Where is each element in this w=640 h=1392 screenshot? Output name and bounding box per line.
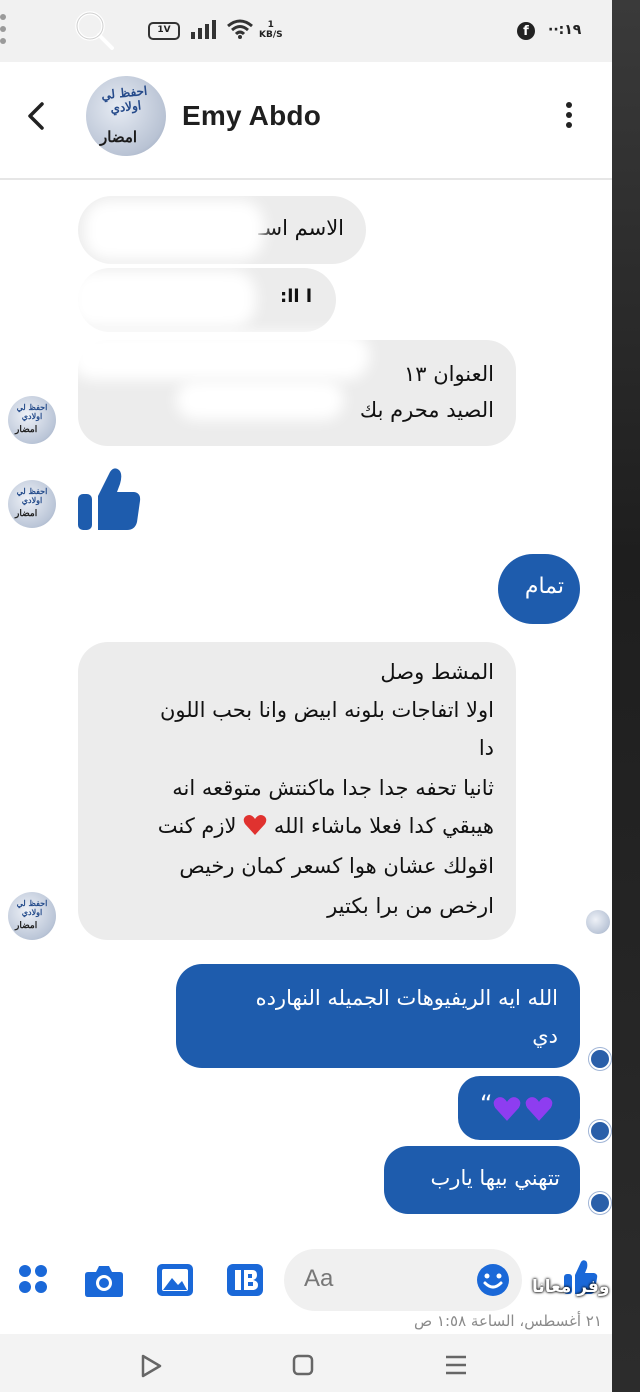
seen-indicator-icon [589, 1120, 611, 1142]
sender-avatar[interactable]: احفظ لي اولادي امضار [8, 396, 56, 444]
redaction-blur [84, 200, 264, 260]
purple-heart-icon [493, 1097, 521, 1121]
avatar-brand-text: امضار [15, 509, 38, 519]
more-options-icon[interactable] [562, 102, 576, 132]
avatar-brand-text: امضار [15, 425, 38, 435]
outgoing-message[interactable]: “ [458, 1076, 580, 1140]
status-bar: 1V 1 KB/S f ··:١٩ [0, 0, 612, 62]
camera-icon[interactable] [84, 1262, 124, 1298]
message-input[interactable]: Aa [284, 1249, 522, 1311]
red-heart-icon [243, 815, 267, 835]
speed-value: 1 [267, 20, 274, 30]
outgoing-message[interactable]: تمام [498, 554, 580, 624]
message-text: دي [532, 1024, 558, 1048]
message-text: المشط وصل [380, 660, 494, 684]
message-text: العنوان ١٣ [403, 362, 494, 386]
message-text: “ [480, 1090, 493, 1118]
incoming-message[interactable]: المشط وصل اولا اتفاجات بلونه ابيض وانا ب… [78, 642, 516, 940]
chat-header: احفظ لي اولادي امضار Emy Abdo [0, 62, 612, 180]
emoji-icon[interactable] [476, 1263, 510, 1297]
battery-icon: 1V [148, 22, 180, 40]
thumbs-up-icon[interactable] [74, 464, 144, 534]
overflow-dots-icon [0, 14, 8, 50]
network-speed: 1 KB/S [259, 20, 283, 40]
sticker-icon[interactable] [226, 1262, 264, 1298]
search-icon[interactable] [72, 8, 118, 54]
gallery-icon[interactable] [156, 1262, 194, 1298]
messenger-screen: 1V 1 KB/S f ··:١٩ احفظ لي اولادي امضار E… [0, 0, 612, 1392]
system-nav-bar [0, 1334, 612, 1392]
message-text: ثانيا تحفه جدا جدا ماكنتش متوقعه انه [172, 776, 494, 800]
seen-indicator-icon [589, 1048, 611, 1070]
wifi-icon [227, 19, 253, 39]
avatar-logo-text: احفظ لي اولادي [16, 402, 48, 421]
message-text: هيبقي كدا فعلا ماشاء الله [273, 814, 494, 838]
redaction-blur [70, 332, 370, 380]
apps-grid-icon[interactable] [16, 1262, 50, 1296]
clock: ··:١٩ [548, 22, 582, 38]
outgoing-message[interactable]: الله ايه الريفيوهات الجميله النهارده دي [176, 964, 580, 1068]
avatar-logo-text: احفظ لي اولادي [16, 898, 48, 917]
sender-avatar[interactable]: احفظ لي اولادي امضار [8, 480, 56, 528]
facebook-icon: f [517, 22, 535, 40]
contact-name[interactable]: Emy Abdo [182, 100, 321, 132]
avatar-logo-text: احفظ لي اولادي [100, 83, 148, 116]
screen-edge-strip [612, 0, 640, 1392]
message-input-placeholder: Aa [304, 1265, 334, 1292]
message-text: الاسم اسـ [258, 216, 344, 240]
message-text: الصيد محرم بك [359, 398, 494, 422]
signal-icon [191, 20, 216, 39]
speed-unit: KB/S [259, 30, 283, 40]
message-text: تتهني بيها يارب [430, 1166, 560, 1190]
message-text: ا اا: [280, 286, 312, 307]
message-text: لازم كنت [157, 814, 237, 838]
avatar-logo-text: احفظ لي اولادي [16, 486, 48, 505]
contact-avatar[interactable]: احفظ لي اولادي امضار [86, 76, 166, 156]
home-nav-icon[interactable] [292, 1354, 314, 1376]
redaction-blur [176, 380, 344, 420]
sender-avatar[interactable]: احفظ لي اولادي امضار [8, 892, 56, 940]
message-text: ارخص من برا بكتير [327, 894, 494, 918]
message-text: تمام [524, 574, 564, 599]
message-text: اقولك عشان هوا كسعر كمان رخيص [179, 854, 494, 878]
seen-indicator-icon [589, 1192, 611, 1214]
back-arrow-icon[interactable] [22, 96, 52, 136]
back-nav-icon[interactable] [140, 1354, 162, 1378]
message-text: اولا اتفاجات بلونه ابيض وانا بحب اللون [159, 698, 494, 722]
purple-heart-icon [525, 1097, 553, 1121]
message-text: الله ايه الريفيوهات الجميله النهارده [255, 986, 558, 1010]
redaction-blur [70, 270, 256, 328]
menu-nav-icon[interactable] [444, 1354, 468, 1376]
avatar-brand-text: امضار [15, 921, 38, 931]
read-receipt-avatar [586, 910, 610, 934]
message-text: دا [478, 736, 494, 760]
post-timestamp: ٢١ أغسطس، الساعة ١:٥٨ ص [414, 1312, 602, 1330]
avatar-brand-text: امضار [100, 128, 138, 146]
outgoing-message[interactable]: تتهني بيها يارب [384, 1146, 580, 1214]
watermark-brand: وفر معانا [532, 1277, 610, 1297]
message-line-with-heart: هيبقي كدا فعلا ماشاء الله لازم كنت [158, 814, 494, 838]
